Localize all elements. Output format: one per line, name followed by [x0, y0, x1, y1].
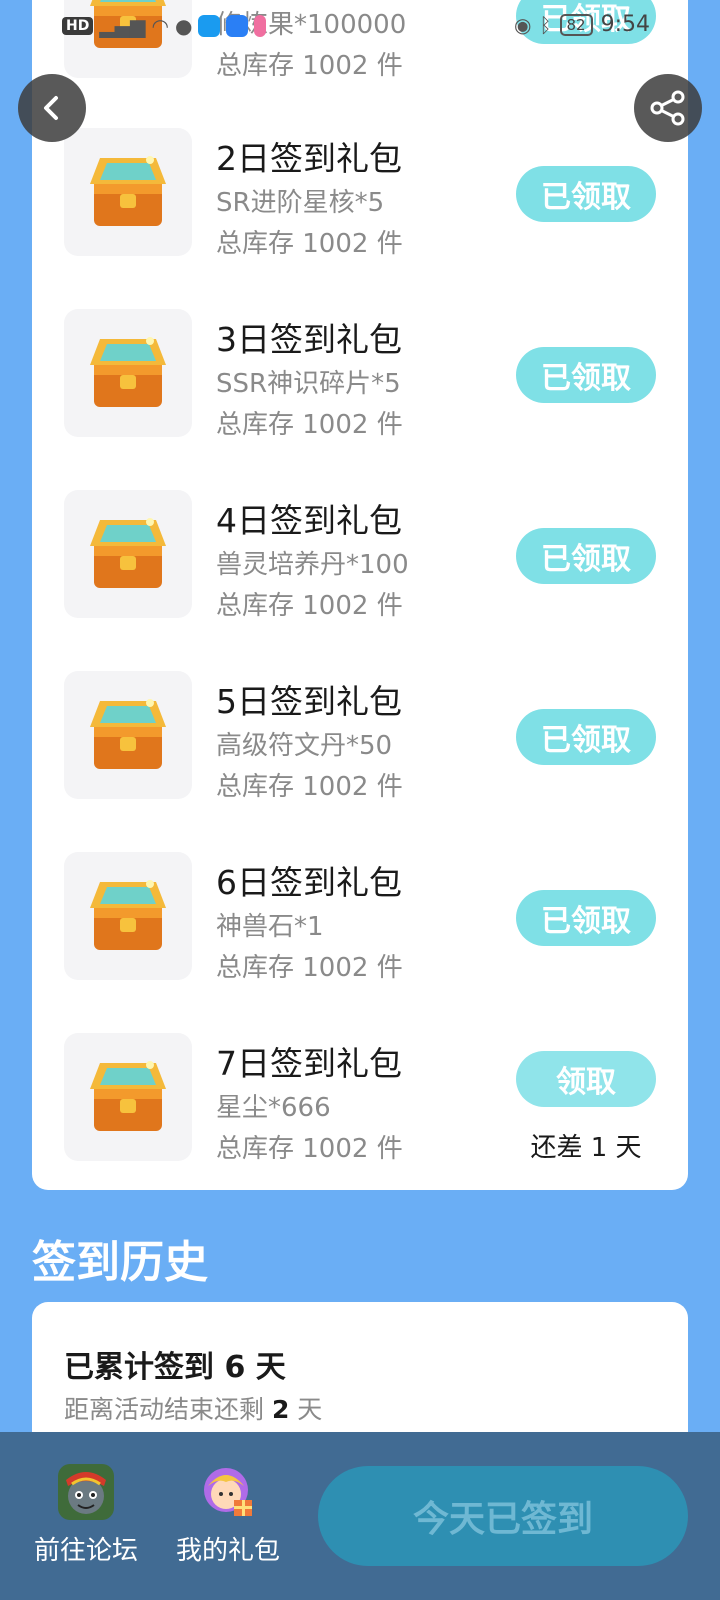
event-remaining-value: 2	[271, 1395, 290, 1424]
status-bar: HD ▂▄▆ ◠ ● ◉ ᛒ 82 9:54	[0, 0, 720, 52]
treasure-chest-icon	[90, 699, 166, 769]
battery-indicator: 82	[559, 13, 593, 36]
gift-thumbnail	[64, 490, 192, 618]
history-heading: 签到历史	[32, 1237, 208, 1288]
treasure-chest-icon	[90, 518, 166, 588]
treasure-chest-icon	[90, 156, 166, 226]
bottom-bar: 前往论坛 我的礼包 今天已签到	[0, 1432, 720, 1600]
share-icon	[650, 90, 685, 126]
notification-icon	[254, 15, 267, 37]
event-remaining-prefix: 距离活动结束还剩	[64, 1395, 272, 1424]
clock: 9:54	[600, 12, 650, 37]
signin-count-value: 6	[224, 1350, 246, 1385]
gift-row: 3日签到礼包 SSR神识碎片*5 总库存 1002 件 已领取	[32, 309, 688, 489]
gift-title: 3日签到礼包	[216, 320, 402, 359]
back-button[interactable]	[18, 74, 86, 142]
gift-thumbnail	[64, 128, 192, 256]
claimed-button[interactable]: 已领取	[516, 347, 656, 403]
hd-indicator: HD	[62, 17, 94, 35]
chat-icon: ●	[174, 14, 193, 38]
gift-title: 5日签到礼包	[216, 682, 402, 721]
treasure-chest-icon	[90, 337, 166, 407]
gift-stock: 总库存 1002 件	[216, 1134, 403, 1164]
gift-stock: 总库存 1002 件	[216, 410, 403, 440]
claimed-button[interactable]: 已领取	[516, 709, 656, 765]
gift-description: 星尘*666	[216, 1093, 331, 1123]
signin-count-prefix: 已累计签到	[64, 1350, 225, 1385]
gift-title: 2日签到礼包	[216, 139, 402, 178]
gift-title: 7日签到礼包	[216, 1044, 402, 1083]
weather-app-icon	[226, 15, 249, 37]
signed-in-today-button[interactable]: 今天已签到	[318, 1466, 688, 1566]
gift-thumbnail	[64, 852, 192, 980]
forum-avatar-icon	[58, 1464, 114, 1520]
claim-button[interactable]: 领取	[516, 1051, 656, 1107]
signal-icon: ▂▄▆	[99, 14, 146, 38]
gift-stock: 总库存 1002 件	[216, 229, 403, 259]
gift-thumbnail	[64, 309, 192, 437]
gift-mascot-icon	[200, 1464, 256, 1520]
claimed-button[interactable]: 已领取	[516, 528, 656, 584]
gift-stock: 总库存 1002 件	[216, 591, 403, 621]
wifi-icon: ◠	[151, 14, 169, 38]
gift-description: 兽灵培养丹*100	[216, 550, 409, 580]
my-gifts-link[interactable]: 我的礼包	[168, 1464, 288, 1567]
gift-description: SR进阶星核*5	[216, 188, 385, 218]
signin-count-suffix: 天	[245, 1350, 286, 1385]
back-arrow-icon	[44, 96, 58, 120]
forum-link[interactable]: 前往论坛	[26, 1464, 146, 1567]
gift-title: 4日签到礼包	[216, 501, 402, 540]
signin-count: 已累计签到 6 天	[64, 1342, 286, 1386]
gift-row: 7日签到礼包 星尘*666 总库存 1002 件 领取 还差 1 天	[32, 1033, 688, 1213]
gift-row: 2日签到礼包 SR进阶星核*5 总库存 1002 件 已领取	[32, 128, 688, 308]
claimed-button[interactable]: 已领取	[516, 890, 656, 946]
eye-icon: ◉	[514, 12, 532, 37]
bluetooth-icon: ᛒ	[539, 12, 552, 37]
treasure-chest-icon	[90, 1061, 166, 1131]
share-button[interactable]	[634, 74, 702, 142]
claimed-button[interactable]: 已领取	[516, 166, 656, 222]
gift-description: 高级符文丹*50	[216, 731, 393, 761]
gift-row: 4日签到礼包 兽灵培养丹*100 总库存 1002 件 已领取	[32, 490, 688, 670]
event-remaining-suffix: 天	[289, 1395, 323, 1424]
gift-description: SSR神识碎片*5	[216, 369, 401, 399]
gift-stock: 总库存 1002 件	[216, 772, 403, 802]
gift-description: 神兽石*1	[216, 912, 324, 942]
search-app-icon	[198, 15, 221, 37]
treasure-chest-icon	[90, 880, 166, 950]
gift-stock: 总库存 1002 件	[216, 953, 403, 983]
forum-label: 前往论坛	[33, 1536, 138, 1566]
gift-title: 6日签到礼包	[216, 863, 402, 902]
gift-thumbnail	[64, 1033, 192, 1161]
event-remaining: 距离活动结束还剩 2 天	[64, 1390, 322, 1426]
gift-row: 6日签到礼包 神兽石*1 总库存 1002 件 已领取	[32, 852, 688, 1032]
gift-row: 5日签到礼包 高级符文丹*50 总库存 1002 件 已领取	[32, 671, 688, 851]
my-gifts-label: 我的礼包	[175, 1536, 280, 1566]
gift-thumbnail	[64, 671, 192, 799]
days-remaining-label: 还差 1 天	[530, 1133, 642, 1163]
